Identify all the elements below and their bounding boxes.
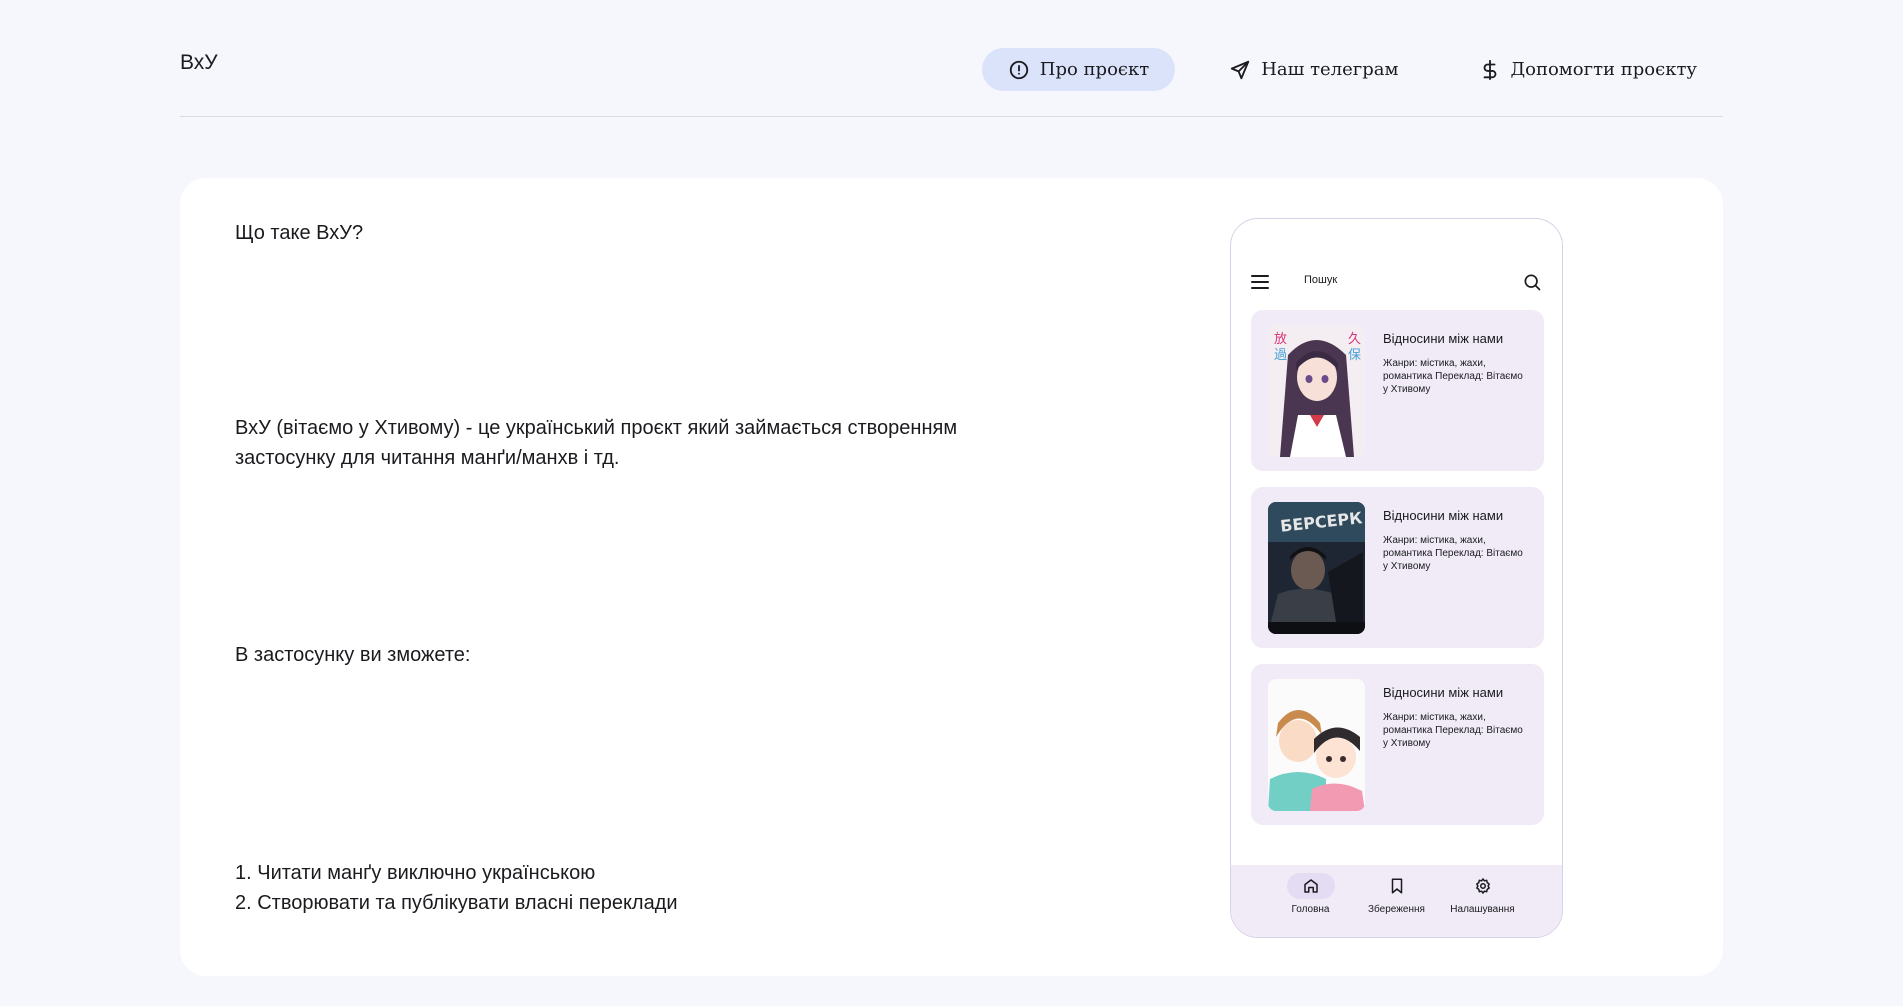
phone-manga-card: 放 過 久 保 Відносини між нами Жанри: містик… (1251, 310, 1544, 471)
info-circle-icon (1009, 60, 1028, 79)
gear-icon (1475, 878, 1490, 894)
svg-text:過: 過 (1274, 348, 1287, 363)
app-preview-phone: Пошук 放 過 久 保 Відносини між нами Жанри: … (1230, 218, 1563, 938)
svg-text:保: 保 (1348, 348, 1361, 363)
phone-manga-meta: Жанри: містика, жахи, романтика Переклад… (1383, 535, 1523, 572)
phone-tab-settings[interactable]: Налашування (1448, 873, 1518, 937)
anime-girl-cover: 放 過 久 保 (1268, 325, 1365, 457)
feature-item: 1. Читати манґу виключно українською (235, 862, 596, 884)
brand-logo[interactable]: ВхУ (180, 51, 218, 75)
phone-tab-label: Налашування (1450, 904, 1515, 915)
phone-manga-list: 放 過 久 保 Відносини між нами Жанри: містик… (1251, 310, 1544, 841)
berserk-cover: БЕРСЕРК (1268, 502, 1365, 634)
about-description: ВхУ (вітаємо у Хтивому) - це український… (235, 417, 958, 469)
phone-tab-label: Збереження (1368, 904, 1425, 915)
phone-search-label: Пошук (1304, 274, 1338, 286)
search-icon (1524, 274, 1541, 291)
nav-about-label: Про проєкт (1039, 59, 1150, 80)
nav-donate-button[interactable]: Допомогти проєкту (1453, 48, 1724, 91)
svg-text:久: 久 (1348, 332, 1361, 347)
nav-telegram-label: Наш телеграм (1261, 59, 1399, 80)
features-heading: В застосунку ви зможете: (235, 644, 471, 666)
send-icon (1231, 60, 1250, 79)
phone-manga-card: Відносини між нами Жанри: містика, жахи,… (1251, 664, 1544, 825)
about-card: Що таке ВхУ? ВхУ (вітаємо у Хтивому) - ц… (180, 178, 1723, 976)
phone-manga-title: Відносини між нами (1383, 508, 1504, 523)
bookmark-icon (1391, 878, 1402, 894)
hamburger-menu-icon (1251, 275, 1269, 289)
features-list: 1. Читати манґу виключно українською 2. … (235, 858, 678, 918)
phone-tab-saved[interactable]: Збереження (1362, 873, 1432, 937)
nav-telegram-button[interactable]: Наш телеграм (1203, 48, 1424, 91)
phone-manga-title: Відносини між нами (1383, 331, 1504, 346)
home-icon (1303, 879, 1318, 893)
site-header: ВхУ Про проєкт Наш телеграм Допомогти пр… (180, 0, 1723, 117)
phone-top-bar: Пошук (1231, 265, 1562, 301)
top-nav: Про проєкт Наш телеграм Допомогти проєкт… (954, 48, 1723, 91)
svg-text:放: 放 (1274, 332, 1287, 347)
phone-tab-label: Головна (1291, 904, 1330, 915)
phone-manga-meta: Жанри: містика, жахи, романтика Переклад… (1383, 712, 1523, 749)
phone-bottom-nav: Головна Збереження Налашування (1231, 865, 1562, 937)
feature-item: 2. Створювати та публікувати власні пере… (235, 892, 678, 914)
phone-manga-card: БЕРСЕРК Відносини між нами Жанри: містик… (1251, 487, 1544, 648)
phone-tab-home[interactable]: Головна (1276, 873, 1346, 937)
about-question: Що таке ВхУ? (235, 222, 364, 244)
phone-manga-title: Відносини між нами (1383, 685, 1504, 700)
dollar-icon (1483, 59, 1496, 80)
two-characters-cover (1268, 679, 1365, 811)
nav-about-button[interactable]: Про проєкт (981, 48, 1176, 91)
nav-donate-label: Допомогти проєкту (1510, 59, 1698, 80)
phone-manga-meta: Жанри: містика, жахи, романтика Переклад… (1383, 358, 1523, 395)
